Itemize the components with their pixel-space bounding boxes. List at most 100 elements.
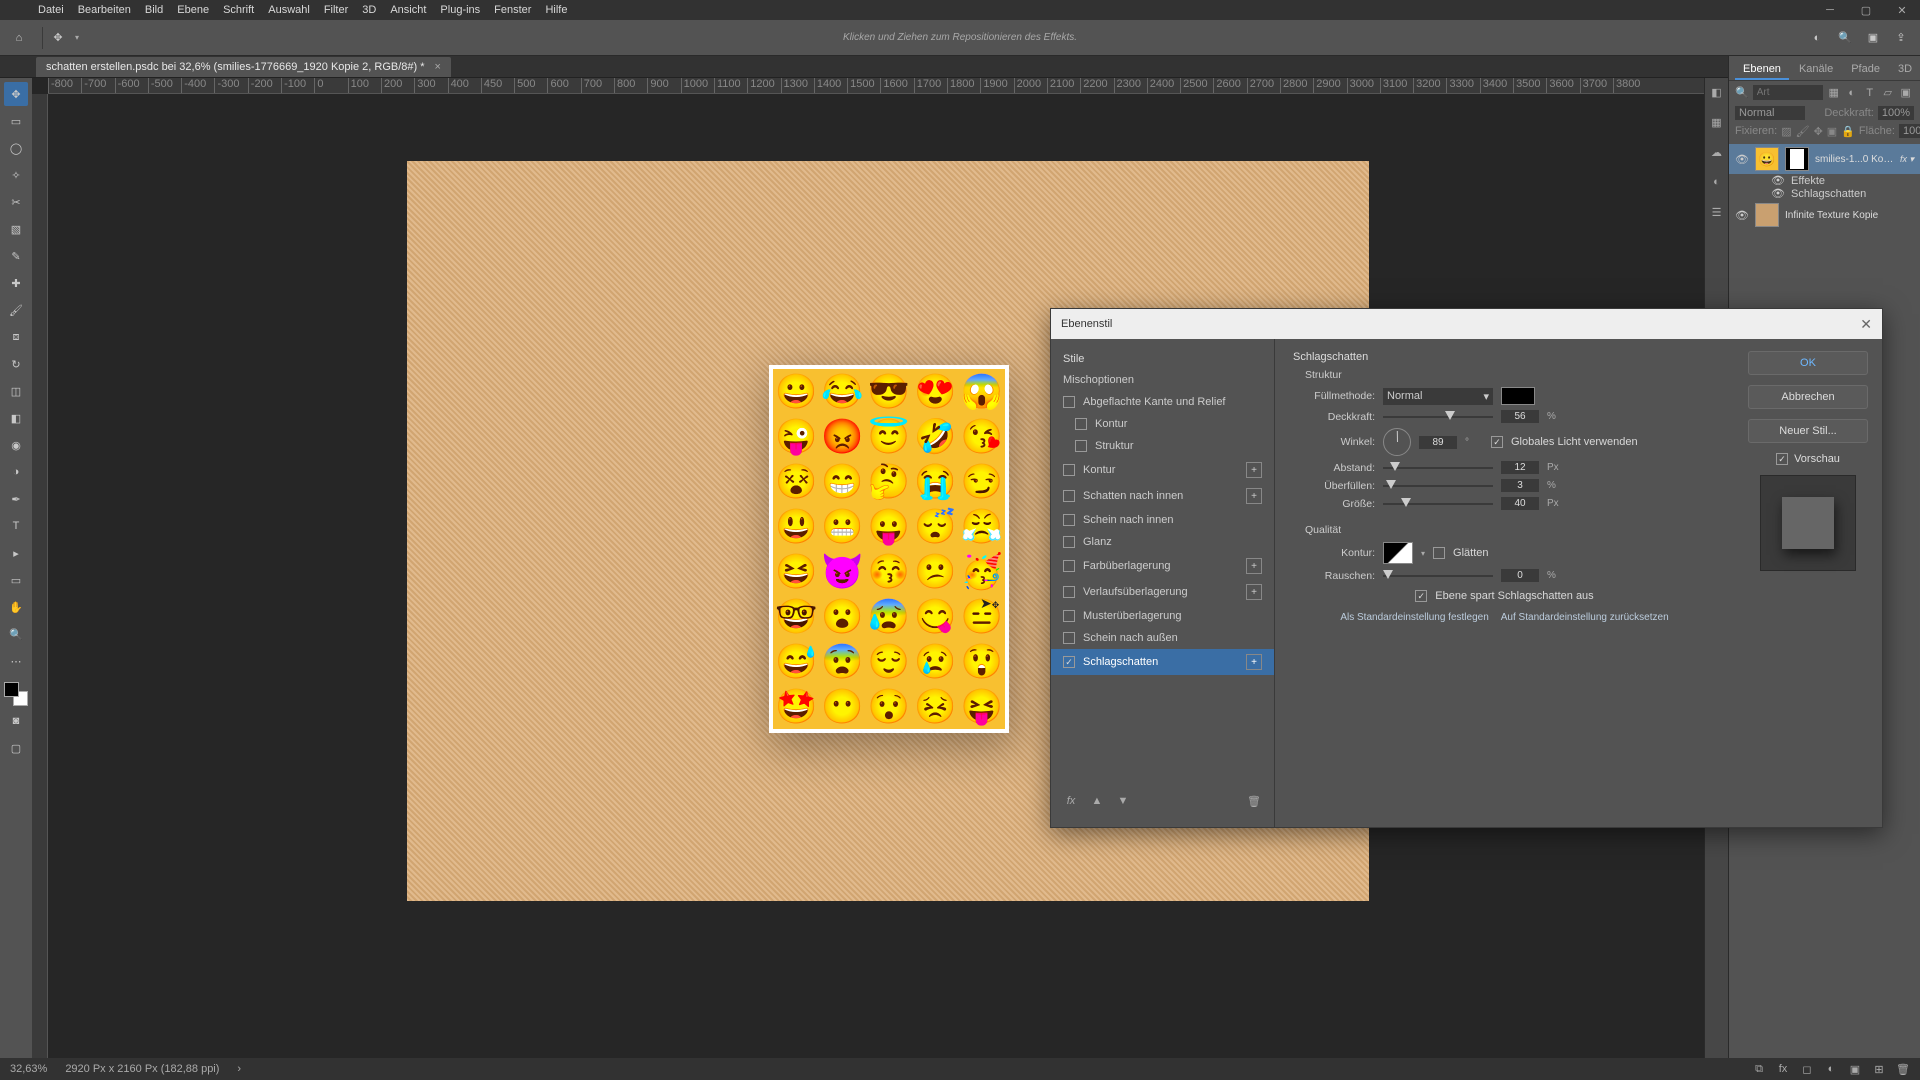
blend-mode-combo[interactable]: Normal▾	[1383, 388, 1493, 405]
style-checkbox[interactable]	[1063, 610, 1075, 622]
global-light-checkbox[interactable]	[1491, 436, 1503, 448]
layers-tab[interactable]: Ebenen	[1735, 60, 1789, 80]
lasso-tool-icon[interactable]: ◯	[4, 136, 28, 160]
brush-tool-icon[interactable]: 🖌	[4, 298, 28, 322]
style-item[interactable]: Farbüberlagerung+	[1051, 553, 1274, 579]
preview-checkbox[interactable]	[1776, 453, 1788, 465]
distance-slider[interactable]	[1383, 462, 1493, 474]
antialias-checkbox[interactable]	[1433, 547, 1445, 559]
layer-name[interactable]: smilies-1...0 Kopie 2	[1815, 154, 1894, 165]
link-layers-icon[interactable]: ⧉	[1752, 1062, 1766, 1076]
maximize-icon[interactable]: ▢	[1848, 0, 1884, 20]
3d-tab[interactable]: 3D	[1890, 60, 1920, 80]
style-checkbox[interactable]	[1063, 396, 1075, 408]
add-instance-icon[interactable]: +	[1246, 462, 1262, 478]
gradient-tool-icon[interactable]: ◧	[4, 406, 28, 430]
style-item[interactable]: Musterüberlagerung	[1051, 605, 1274, 627]
menu-edit[interactable]: Bearbeiten	[78, 4, 131, 16]
noise-input[interactable]: 0	[1501, 569, 1539, 582]
lock-image-icon[interactable]: 🖌	[1796, 125, 1810, 138]
contour-picker[interactable]	[1383, 542, 1413, 564]
style-checkbox[interactable]	[1063, 464, 1075, 476]
add-instance-icon[interactable]: +	[1246, 584, 1262, 600]
pen-tool-icon[interactable]: ✒	[4, 487, 28, 511]
spread-slider[interactable]	[1383, 480, 1493, 492]
crop-tool-icon[interactable]: ✂	[4, 190, 28, 214]
layer-row[interactable]: 👁 Infinite Texture Kopie	[1729, 200, 1920, 230]
search-icon[interactable]: 🔍	[1836, 29, 1854, 47]
filter-search-icon[interactable]: 🔍	[1735, 86, 1749, 99]
layer-mask-icon[interactable]: ◻	[1800, 1062, 1814, 1076]
new-layer-icon[interactable]: ⊞	[1872, 1062, 1886, 1076]
quickmask-icon[interactable]: ◙	[4, 709, 28, 733]
style-item[interactable]: Verlaufsüberlagerung+	[1051, 579, 1274, 605]
opacity-value[interactable]: 100%	[1878, 106, 1914, 120]
filter-type-icon[interactable]: T	[1863, 86, 1877, 100]
menu-window[interactable]: Fenster	[494, 4, 531, 16]
menu-type[interactable]: Schrift	[223, 4, 254, 16]
delete-layer-icon[interactable]: 🗑	[1896, 1062, 1910, 1076]
emoji-layer[interactable]: 😀😂😎😍😱😜😡😇🤣😘😵😁🤔😭😏😃😬😛😴😤😆😈😚😕🥳🤓😮😰😋😑😅😨😌😢😲🤩😶😯😣😝	[769, 365, 1009, 733]
opacity-slider[interactable]	[1383, 411, 1493, 423]
shape-tool-icon[interactable]: ▭	[4, 568, 28, 592]
style-checkbox[interactable]	[1063, 560, 1075, 572]
zoom-readout[interactable]: 32,63%	[10, 1063, 47, 1075]
stamp-tool-icon[interactable]: ⧈	[4, 325, 28, 349]
tool-dropdown-icon[interactable]: ▾	[75, 33, 79, 42]
style-checkbox[interactable]	[1075, 418, 1087, 430]
menu-3d[interactable]: 3D	[362, 4, 376, 16]
make-default-button[interactable]: Als Standardeinstellung festlegen	[1340, 612, 1488, 623]
angle-dial[interactable]	[1383, 428, 1411, 456]
style-item[interactable]: Schein nach innen	[1051, 509, 1274, 531]
style-checkbox[interactable]	[1075, 440, 1087, 452]
cloud-docs-icon[interactable]: ◐	[1808, 29, 1826, 47]
distance-input[interactable]: 12	[1501, 461, 1539, 474]
style-checkbox[interactable]	[1063, 632, 1075, 644]
style-item[interactable]: Abgeflachte Kante und Relief	[1051, 391, 1274, 413]
noise-slider[interactable]	[1383, 570, 1493, 582]
layer-thumbnail[interactable]: 😀	[1755, 147, 1779, 171]
contour-dropdown-icon[interactable]: ▾	[1421, 549, 1425, 558]
move-up-icon[interactable]: ▲	[1089, 793, 1105, 809]
style-checkbox[interactable]	[1063, 536, 1075, 548]
menu-view[interactable]: Ansicht	[390, 4, 426, 16]
menu-help[interactable]: Hilfe	[545, 4, 567, 16]
filter-adjust-icon[interactable]: ◐	[1845, 86, 1859, 100]
move-tool-indicator-icon[interactable]: ✥	[49, 29, 67, 47]
styles-header[interactable]: Stile	[1051, 349, 1274, 369]
share-icon[interactable]: ⇪	[1892, 29, 1910, 47]
spread-input[interactable]: 3	[1501, 479, 1539, 492]
layer-effect-dropshadow[interactable]: 👁 Schlagschatten	[1729, 187, 1920, 200]
close-icon[interactable]: ✕	[1884, 0, 1920, 20]
size-input[interactable]: 40	[1501, 497, 1539, 510]
new-style-button[interactable]: Neuer Stil...	[1748, 419, 1868, 443]
dialog-close-icon[interactable]: ✕	[1860, 316, 1872, 333]
style-item[interactable]: Schatten nach innen+	[1051, 483, 1274, 509]
ok-button[interactable]: OK	[1748, 351, 1868, 375]
home-icon[interactable]: ⌂	[10, 29, 28, 47]
knockout-checkbox[interactable]	[1415, 590, 1427, 602]
dodge-tool-icon[interactable]: ◑	[4, 460, 28, 484]
menu-image[interactable]: Bild	[145, 4, 163, 16]
info-chevron-icon[interactable]: ›	[237, 1063, 241, 1075]
shadow-color-swatch[interactable]	[1501, 387, 1535, 405]
color-panel-icon[interactable]: ◧	[1709, 84, 1725, 100]
menu-file[interactable]: Datei	[38, 4, 64, 16]
reset-default-button[interactable]: Auf Standardeinstellung zurücksetzen	[1501, 612, 1669, 623]
style-item[interactable]: Schein nach außen	[1051, 627, 1274, 649]
add-instance-icon[interactable]: +	[1246, 558, 1262, 574]
eraser-tool-icon[interactable]: ◫	[4, 379, 28, 403]
adjustments-panel-icon[interactable]: ◐	[1709, 174, 1725, 190]
menu-select[interactable]: Auswahl	[268, 4, 310, 16]
zoom-tool-icon[interactable]: 🔍	[4, 622, 28, 646]
group-icon[interactable]: ▣	[1848, 1062, 1862, 1076]
layer-mask-thumbnail[interactable]	[1785, 147, 1809, 171]
style-checkbox[interactable]	[1063, 586, 1075, 598]
filter-shape-icon[interactable]: ▱	[1881, 86, 1895, 100]
add-instance-icon[interactable]: +	[1246, 654, 1262, 670]
move-tool-icon[interactable]: ✥	[4, 82, 28, 106]
blend-mode-select[interactable]: Normal	[1735, 106, 1805, 120]
foreground-color-swatch[interactable]	[4, 682, 19, 697]
layer-thumbnail[interactable]	[1755, 203, 1779, 227]
blending-options-item[interactable]: Mischoptionen	[1051, 369, 1274, 391]
